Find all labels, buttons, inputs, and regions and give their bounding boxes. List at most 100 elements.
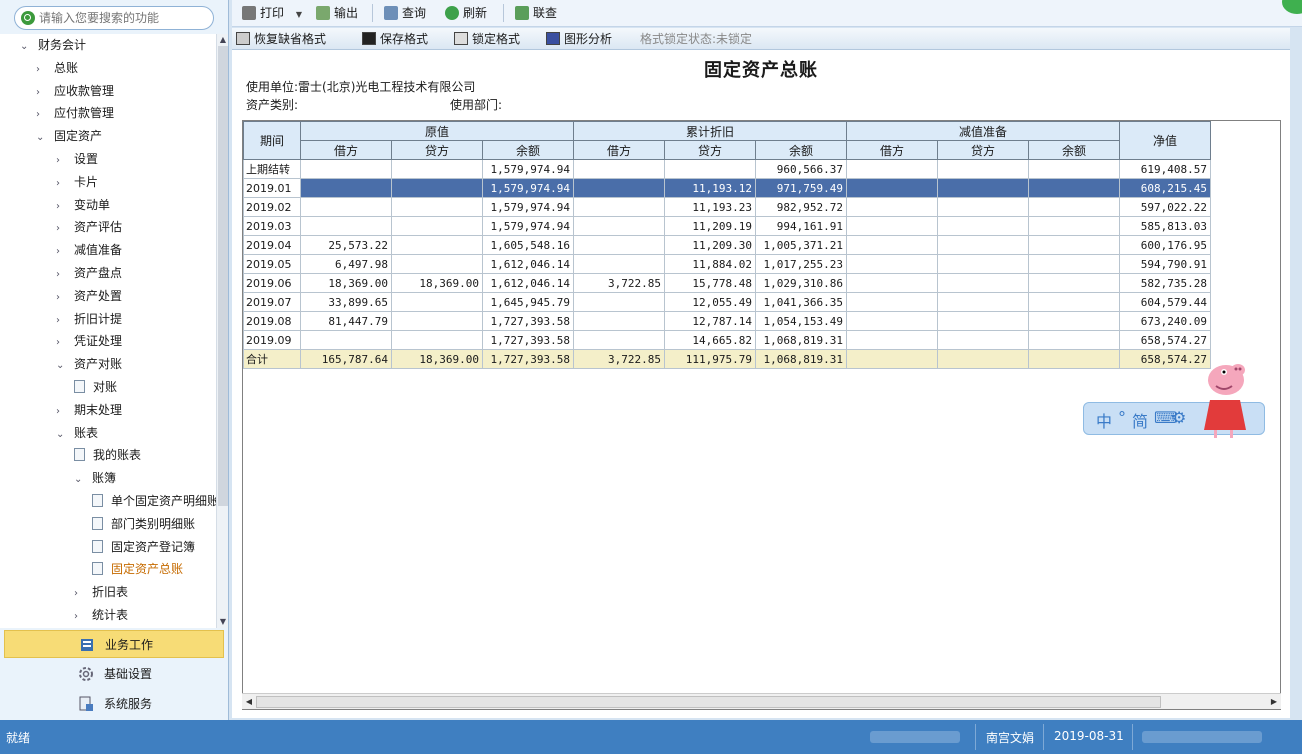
table-cell[interactable]: 111,975.79 [664, 349, 756, 369]
table-cell[interactable] [846, 330, 938, 350]
table-cell[interactable]: 12,055.49 [664, 292, 756, 312]
table-cell[interactable] [573, 311, 665, 331]
chevron-right-icon[interactable]: › [56, 218, 68, 240]
table-cell[interactable] [300, 216, 392, 236]
table-cell[interactable]: 3,722.85 [573, 349, 665, 369]
tree-scrollbar[interactable]: ▲ ▼ [216, 34, 228, 628]
tree-item[interactable]: 固定资产登记簿 [92, 536, 195, 558]
table-cell[interactable]: 3,722.85 [573, 273, 665, 293]
table-cell[interactable] [1028, 197, 1120, 217]
table-cell[interactable] [1028, 159, 1120, 179]
tree-item[interactable]: › 总账 [36, 57, 78, 79]
table-row[interactable]: 上期结转 1,579,974.94 960,566.37 619,408.57 [243, 159, 1211, 179]
chevron-right-icon[interactable]: › [36, 104, 48, 126]
table-cell[interactable] [573, 254, 665, 274]
nav-system-service[interactable]: 系统服务 [4, 690, 224, 718]
table-cell[interactable]: 582,735.28 [1119, 273, 1211, 293]
tree-item[interactable]: ⌄ 账簿 [74, 467, 116, 489]
chevron-right-icon[interactable]: › [56, 264, 68, 286]
table-cell[interactable]: 81,447.79 [300, 311, 392, 331]
chevron-right-icon[interactable]: › [56, 173, 68, 195]
table-cell[interactable] [1028, 292, 1120, 312]
scroll-thumb[interactable] [256, 696, 1161, 708]
table-cell[interactable]: 18,369.00 [391, 273, 483, 293]
cell-period[interactable]: 2019.06 [243, 273, 301, 293]
cell-period[interactable]: 合计 [243, 349, 301, 369]
chevron-right-icon[interactable]: › [56, 287, 68, 309]
lock-format-button[interactable]: 锁定格式 [454, 31, 520, 47]
table-cell[interactable]: 11,884.02 [664, 254, 756, 274]
tree-item[interactable]: › 资产盘点 [56, 262, 122, 284]
scroll-right-arrow-icon[interactable]: ▶ [1267, 694, 1281, 710]
table-cell[interactable] [300, 159, 392, 179]
table-cell[interactable]: 1,029,310.86 [755, 273, 847, 293]
graph-analysis-button[interactable]: 图形分析 [546, 31, 612, 47]
table-cell[interactable]: 1,068,819.31 [755, 330, 847, 350]
table-cell[interactable] [573, 197, 665, 217]
table-cell[interactable] [300, 178, 392, 198]
col-original-value[interactable]: 原值 [300, 121, 574, 141]
tree-item[interactable]: › 凭证处理 [56, 330, 122, 352]
cell-period[interactable]: 2019.03 [243, 216, 301, 236]
table-cell[interactable]: 1,017,255.23 [755, 254, 847, 274]
col-original-balance[interactable]: 余额 [482, 140, 574, 160]
table-cell[interactable] [937, 235, 1029, 255]
table-cell[interactable]: 1,579,974.94 [482, 216, 574, 236]
ime-simplified-toggle[interactable]: 简 [1132, 408, 1148, 432]
table-cell[interactable] [1028, 311, 1120, 331]
table-cell[interactable] [1028, 216, 1120, 236]
table-cell[interactable] [391, 311, 483, 331]
table-cell[interactable]: 1,068,819.31 [755, 349, 847, 369]
table-cell[interactable] [391, 178, 483, 198]
cell-period[interactable]: 2019.02 [243, 197, 301, 217]
scroll-thumb[interactable] [218, 46, 228, 506]
tree-item[interactable]: ⌄ 固定资产 [36, 125, 102, 147]
chevron-right-icon[interactable]: › [56, 241, 68, 263]
table-cell[interactable]: 971,759.49 [755, 178, 847, 198]
table-cell[interactable] [1028, 349, 1120, 369]
table-cell[interactable]: 11,209.19 [664, 216, 756, 236]
table-cell[interactable]: 1,579,974.94 [482, 159, 574, 179]
cell-period[interactable]: 2019.04 [243, 235, 301, 255]
table-cell[interactable]: 18,369.00 [391, 349, 483, 369]
table-cell[interactable] [846, 197, 938, 217]
table-cell[interactable] [391, 216, 483, 236]
tree-item[interactable]: › 变动单 [56, 194, 110, 216]
col-impairment-reserve[interactable]: 减值准备 [846, 121, 1120, 141]
table-cell[interactable]: 12,787.14 [664, 311, 756, 331]
table-cell[interactable] [846, 235, 938, 255]
table-cell[interactable]: 982,952.72 [755, 197, 847, 217]
tree-item[interactable]: 固定资产总账 [92, 558, 183, 580]
chevron-right-icon[interactable]: › [56, 401, 68, 423]
restore-default-format-button[interactable]: 恢复缺省格式 [236, 31, 326, 47]
save-format-button[interactable]: 保存格式 [362, 31, 428, 47]
tree-item[interactable]: › 设置 [56, 148, 98, 170]
settings-gear-icon[interactable]: ⚙ [1172, 408, 1186, 427]
col-imp-balance[interactable]: 余额 [1028, 140, 1120, 160]
ime-language-toggle[interactable]: 中 [1096, 408, 1112, 432]
col-period[interactable]: 期间 [243, 121, 301, 160]
tree-item[interactable]: › 资产评估 [56, 216, 122, 238]
table-cell[interactable] [937, 159, 1029, 179]
table-cell[interactable] [937, 216, 1029, 236]
table-cell[interactable] [937, 178, 1029, 198]
cell-period[interactable]: 2019.09 [243, 330, 301, 350]
table-cell[interactable]: 11,209.30 [664, 235, 756, 255]
table-cell[interactable] [573, 292, 665, 312]
table-cell[interactable] [937, 273, 1029, 293]
col-net-value[interactable]: 净值 [1119, 121, 1211, 160]
table-cell[interactable]: 594,790.91 [1119, 254, 1211, 274]
table-cell[interactable]: 15,778.48 [664, 273, 756, 293]
table-cell[interactable] [391, 159, 483, 179]
table-cell[interactable] [664, 159, 756, 179]
table-cell[interactable]: 11,193.12 [664, 178, 756, 198]
table-cell[interactable] [937, 292, 1029, 312]
table-cell[interactable]: 1,579,974.94 [482, 178, 574, 198]
query-button[interactable]: 查询 [384, 4, 426, 22]
table-cell[interactable]: 33,899.65 [300, 292, 392, 312]
nav-business-work[interactable]: 业务工作 [4, 630, 224, 658]
table-cell[interactable] [391, 254, 483, 274]
chevron-right-icon[interactable]: › [36, 82, 48, 104]
chevron-right-icon[interactable]: › [74, 583, 86, 605]
cell-period[interactable]: 2019.08 [243, 311, 301, 331]
